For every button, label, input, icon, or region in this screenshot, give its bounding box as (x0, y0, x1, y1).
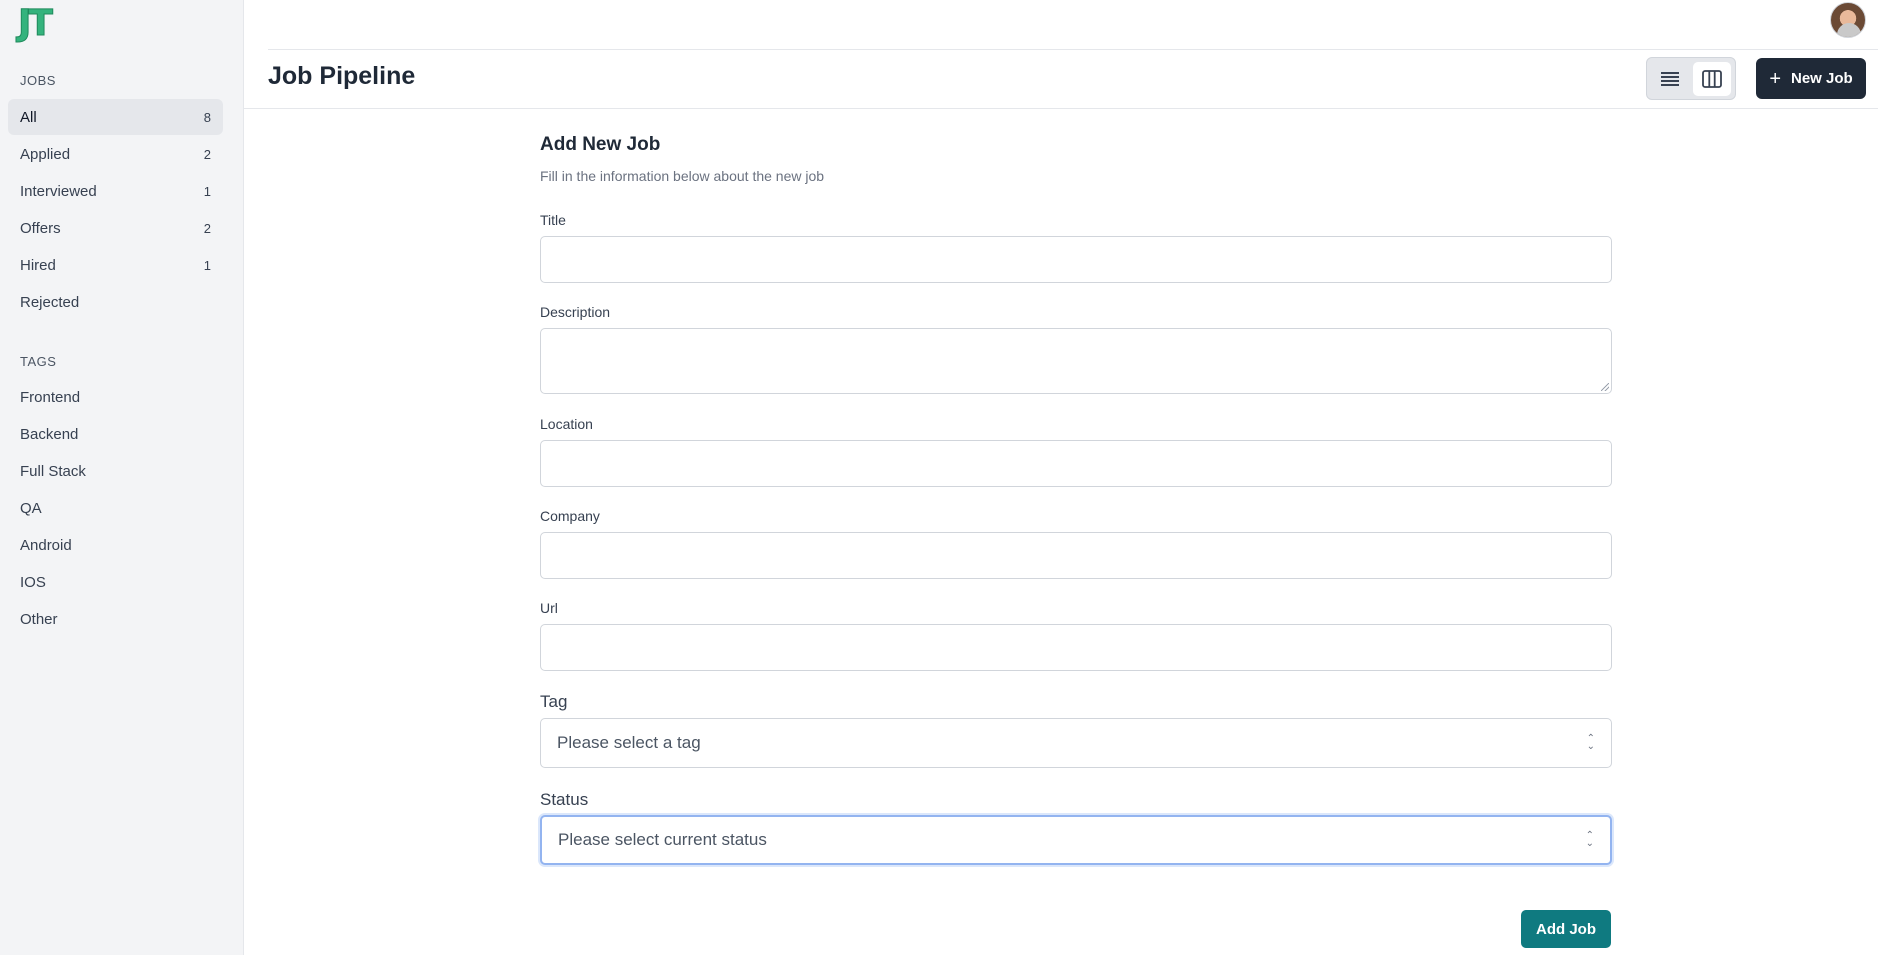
board-view-icon (1702, 69, 1722, 88)
select-arrows-icon: ⌃ ⌄ (1586, 733, 1595, 752)
new-job-button[interactable]: + New Job (1756, 58, 1866, 99)
view-mode-toggle (1646, 57, 1736, 100)
tag-select[interactable]: Please select a tag ⌃ ⌄ (540, 718, 1612, 768)
sidebar-tag-label: QA (20, 499, 42, 517)
description-textarea[interactable] (540, 328, 1612, 394)
company-label: Company (540, 508, 600, 524)
sidebar-item-count: 2 (203, 146, 211, 162)
sidebar-item-count: 1 (203, 257, 211, 273)
sidebar-item-rejected[interactable]: Rejected (8, 284, 223, 320)
sidebar-item-offers[interactable]: Offers 2 (8, 210, 223, 246)
sidebar-item-count: 1 (203, 183, 211, 199)
topbar-divider (268, 49, 1878, 50)
sidebar-item-label: Interviewed (20, 182, 97, 200)
sidebar-item-count: 8 (203, 109, 211, 125)
description-label: Description (540, 304, 611, 320)
url-label: Url (540, 600, 558, 616)
select-arrows-icon: ⌃ ⌄ (1585, 830, 1594, 849)
sidebar-tag-label: IOS (20, 573, 46, 591)
sidebar-tag-label: Android (20, 536, 72, 554)
resize-handle-icon[interactable] (1601, 383, 1609, 391)
url-input[interactable] (540, 624, 1612, 671)
app-logo[interactable]: JT (18, 3, 54, 44)
sidebar: JT JOBS All 8 Applied 2 Interviewed 1 Of… (0, 0, 244, 955)
sidebar-item-label: Hired (20, 256, 56, 274)
sidebar-item-label: All (20, 108, 37, 126)
sidebar-item-hired[interactable]: Hired 1 (8, 247, 223, 283)
sidebar-tag-backend[interactable]: Backend (8, 416, 223, 452)
sidebar-tag-android[interactable]: Android (8, 527, 223, 563)
status-select-value: Please select current status (558, 830, 767, 849)
tag-label: Tag (540, 692, 568, 711)
sidebar-tag-ios[interactable]: IOS (8, 564, 223, 600)
plus-icon: + (1769, 67, 1781, 90)
header-divider (244, 108, 1878, 109)
sidebar-item-label: Applied (20, 145, 71, 163)
sidebar-tag-label: Other (20, 610, 58, 628)
jobs-section-label: JOBS (20, 73, 56, 88)
sidebar-tag-label: Backend (20, 425, 79, 443)
sidebar-tag-label: Full Stack (20, 462, 86, 480)
form-title: Add New Job (540, 134, 661, 155)
board-view-button[interactable] (1693, 61, 1731, 96)
sidebar-tag-frontend[interactable]: Frontend (8, 379, 223, 415)
sidebar-item-applied[interactable]: Applied 2 (8, 136, 223, 172)
status-label: Status (540, 790, 589, 809)
sidebar-tag-qa[interactable]: QA (8, 490, 223, 526)
status-select[interactable]: Please select current status ⌃ ⌄ (540, 815, 1612, 865)
title-label: Title (540, 212, 566, 228)
sidebar-tag-full-stack[interactable]: Full Stack (8, 453, 223, 489)
add-job-button[interactable]: Add Job (1521, 910, 1611, 948)
sidebar-item-count: 2 (203, 220, 211, 236)
tags-section-label: TAGS (20, 354, 57, 369)
page-title: Job Pipeline (268, 62, 416, 90)
sidebar-item-all[interactable]: All 8 (8, 99, 223, 135)
sidebar-tag-label: Frontend (20, 388, 81, 406)
list-view-icon (1661, 71, 1679, 86)
location-label: Location (540, 416, 593, 432)
sidebar-item-interviewed[interactable]: Interviewed 1 (8, 173, 223, 209)
new-job-label: New Job (1791, 70, 1853, 87)
list-view-button[interactable] (1651, 62, 1689, 96)
tag-select-value: Please select a tag (557, 733, 701, 752)
form-subtitle: Fill in the information below about the … (540, 168, 825, 184)
company-input[interactable] (540, 532, 1612, 579)
sidebar-item-label: Rejected (20, 293, 80, 311)
title-input[interactable] (540, 236, 1612, 283)
sidebar-item-label: Offers (20, 219, 61, 237)
sidebar-tag-other[interactable]: Other (8, 601, 223, 637)
location-input[interactable] (540, 440, 1612, 487)
app-root: JT JOBS All 8 Applied 2 Interviewed 1 Of… (0, 0, 1878, 955)
user-avatar[interactable] (1830, 2, 1866, 38)
